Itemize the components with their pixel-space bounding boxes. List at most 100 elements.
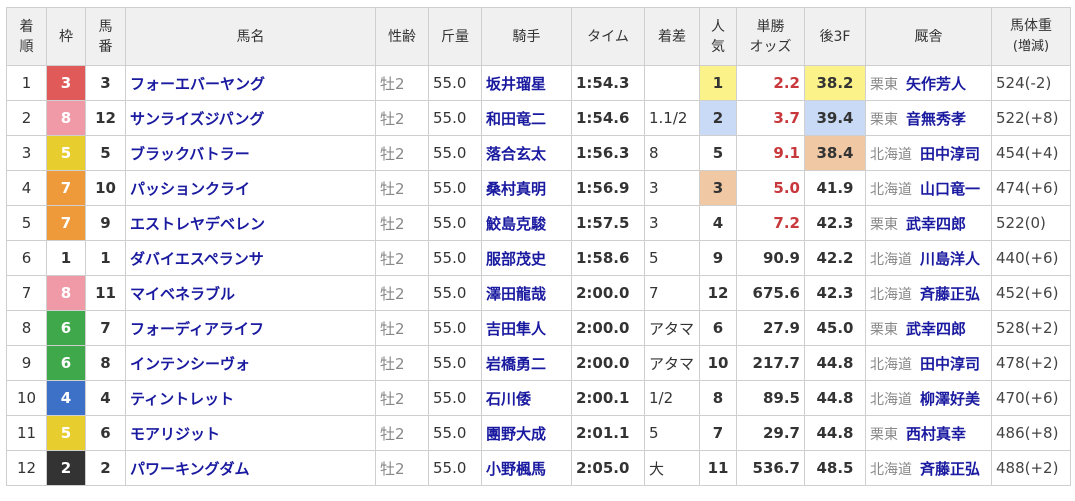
trainer-link[interactable]: 斉藤正弘 — [920, 285, 980, 303]
jockey-link[interactable]: 坂井瑠星 — [481, 65, 572, 101]
horse-number-cell: 5 — [85, 135, 126, 171]
col-header-sexage: 性齢 — [375, 7, 429, 66]
horse-name-link[interactable]: サンライズジパング — [125, 100, 376, 136]
body-weight-cell: 524(-2) — [991, 65, 1071, 101]
rank-cell: 10 — [6, 380, 47, 416]
margin-cell: 1.1/2 — [644, 100, 700, 136]
time-cell: 2:05.0 — [571, 450, 645, 486]
odds-cell: 217.7 — [736, 345, 805, 381]
body-weight-cell: 470(+6) — [991, 380, 1071, 416]
horse-name-link[interactable]: ダバイエスペランサ — [125, 240, 376, 276]
trainer-cell: 栗東 西村真幸 — [865, 415, 992, 451]
trainer-link[interactable]: 柳澤好美 — [920, 390, 980, 408]
table-row: 6 1 1 ダバイエスペランサ 牡2 55.0 服部茂史 1:58.6 5 9 90.9 42.2 北海… — [6, 240, 1071, 276]
horse-number-cell: 4 — [85, 380, 126, 416]
jockey-link[interactable]: 小野楓馬 — [481, 450, 572, 486]
horse-name-link[interactable]: パワーキングダム — [125, 450, 376, 486]
trainer-link[interactable]: 武幸四郎 — [906, 320, 966, 338]
table-row: 9 6 8 インテンシーヴォ 牡2 55.0 岩橋勇二 2:00.0 アタマ 10 217.7 44.… — [6, 345, 1071, 381]
last3f-cell: 44.8 — [804, 380, 866, 416]
trainer-link[interactable]: 田中淳司 — [920, 355, 980, 373]
trainer-link[interactable]: 山口竜一 — [920, 180, 980, 198]
time-cell: 1:54.6 — [571, 100, 645, 136]
body-weight-cell: 452(+6) — [991, 275, 1071, 311]
col-header-pop: 人気 — [699, 7, 737, 66]
horse-name-link[interactable]: ブラックバトラー — [125, 135, 376, 171]
trainer-cell: 北海道 柳澤好美 — [865, 380, 992, 416]
weight-carried-cell: 55.0 — [428, 205, 482, 241]
time-cell: 1:57.5 — [571, 205, 645, 241]
popularity-cell: 6 — [699, 310, 737, 346]
jockey-link[interactable]: 落合玄太 — [481, 135, 572, 171]
horse-name-link[interactable]: モアリジット — [125, 415, 376, 451]
trainer-region: 北海道 — [870, 391, 912, 408]
sex-age-cell: 牡2 — [375, 240, 429, 276]
waku-cell: 7 — [46, 170, 86, 206]
trainer-cell: 栗東 武幸四郎 — [865, 310, 992, 346]
last3f-cell: 45.0 — [804, 310, 866, 346]
col-header-trainer: 厩舎 — [865, 7, 992, 66]
horse-name-link[interactable]: マイベネラブル — [125, 275, 376, 311]
body-weight-cell: 486(+8) — [991, 415, 1071, 451]
col-header-odds: 単勝 オッズ — [736, 7, 805, 66]
trainer-cell: 北海道 山口竜一 — [865, 170, 992, 206]
horse-name-link[interactable]: ティントレット — [125, 380, 376, 416]
trainer-link[interactable]: 西村真幸 — [906, 425, 966, 443]
table-row: 5 7 9 エストレヤデベレン 牡2 55.0 鮫島克駿 1:57.5 3 4 7.2 42.3 栗東武… — [6, 205, 1071, 241]
time-cell: 2:00.0 — [571, 275, 645, 311]
jockey-link[interactable]: 澤田龍哉 — [481, 275, 572, 311]
horse-number-cell: 6 — [85, 415, 126, 451]
odds-cell: 2.2 — [736, 65, 805, 101]
jockey-link[interactable]: 鮫島克駿 — [481, 205, 572, 241]
waku-cell: 5 — [46, 415, 86, 451]
trainer-link[interactable]: 田中淳司 — [920, 145, 980, 163]
trainer-link[interactable]: 矢作芳人 — [906, 75, 966, 93]
trainer-region: 北海道 — [870, 286, 912, 303]
col-header-waku: 枠 — [46, 7, 86, 66]
col-header-last3f: 後3F — [804, 7, 866, 66]
sex-age-cell: 牡2 — [375, 170, 429, 206]
weight-carried-cell: 55.0 — [428, 310, 482, 346]
time-cell: 1:56.3 — [571, 135, 645, 171]
last3f-cell: 39.4 — [804, 100, 866, 136]
race-results-table: 着順 枠 馬番 馬名 性齢 斤量 騎手 タイム 着差 人気 単勝 オッズ 後3F … — [6, 7, 1071, 486]
horse-name-link[interactable]: パッションクライ — [125, 170, 376, 206]
trainer-link[interactable]: 音無秀孝 — [906, 110, 966, 128]
horse-name-link[interactable]: フォーディアライフ — [125, 310, 376, 346]
odds-cell: 90.9 — [736, 240, 805, 276]
weight-carried-cell: 55.0 — [428, 450, 482, 486]
time-cell: 2:00.0 — [571, 310, 645, 346]
body-weight-cell: 528(+2) — [991, 310, 1071, 346]
trainer-link[interactable]: 川島洋人 — [920, 250, 980, 268]
popularity-cell: 8 — [699, 380, 737, 416]
odds-cell: 675.6 — [736, 275, 805, 311]
weight-carried-cell: 55.0 — [428, 275, 482, 311]
horse-name-link[interactable]: エストレヤデベレン — [125, 205, 376, 241]
body-weight-cell: 488(+2) — [991, 450, 1071, 486]
jockey-link[interactable]: 團野大成 — [481, 415, 572, 451]
popularity-cell: 4 — [699, 205, 737, 241]
body-weight-cell: 478(+2) — [991, 345, 1071, 381]
jockey-link[interactable]: 岩橋勇二 — [481, 345, 572, 381]
jockey-link[interactable]: 吉田隼人 — [481, 310, 572, 346]
margin-cell: 8 — [644, 135, 700, 171]
trainer-link[interactable]: 斉藤正弘 — [920, 460, 980, 478]
col-header-name: 馬名 — [125, 7, 376, 66]
trainer-cell: 栗東 武幸四郎 — [865, 205, 992, 241]
jockey-link[interactable]: 桑村真明 — [481, 170, 572, 206]
sex-age-cell: 牡2 — [375, 450, 429, 486]
last3f-cell: 38.4 — [804, 135, 866, 171]
jockey-link[interactable]: 石川倭 — [481, 380, 572, 416]
odds-cell: 7.2 — [736, 205, 805, 241]
jockey-link[interactable]: 服部茂史 — [481, 240, 572, 276]
weight-carried-cell: 55.0 — [428, 240, 482, 276]
time-cell: 1:56.9 — [571, 170, 645, 206]
waku-cell: 4 — [46, 380, 86, 416]
horse-name-link[interactable]: フォーエバーヤング — [125, 65, 376, 101]
horse-name-link[interactable]: インテンシーヴォ — [125, 345, 376, 381]
jockey-link[interactable]: 和田竜二 — [481, 100, 572, 136]
body-weight-cell: 440(+6) — [991, 240, 1071, 276]
trainer-link[interactable]: 武幸四郎 — [906, 215, 966, 233]
weight-carried-cell: 55.0 — [428, 170, 482, 206]
popularity-cell: 11 — [699, 450, 737, 486]
